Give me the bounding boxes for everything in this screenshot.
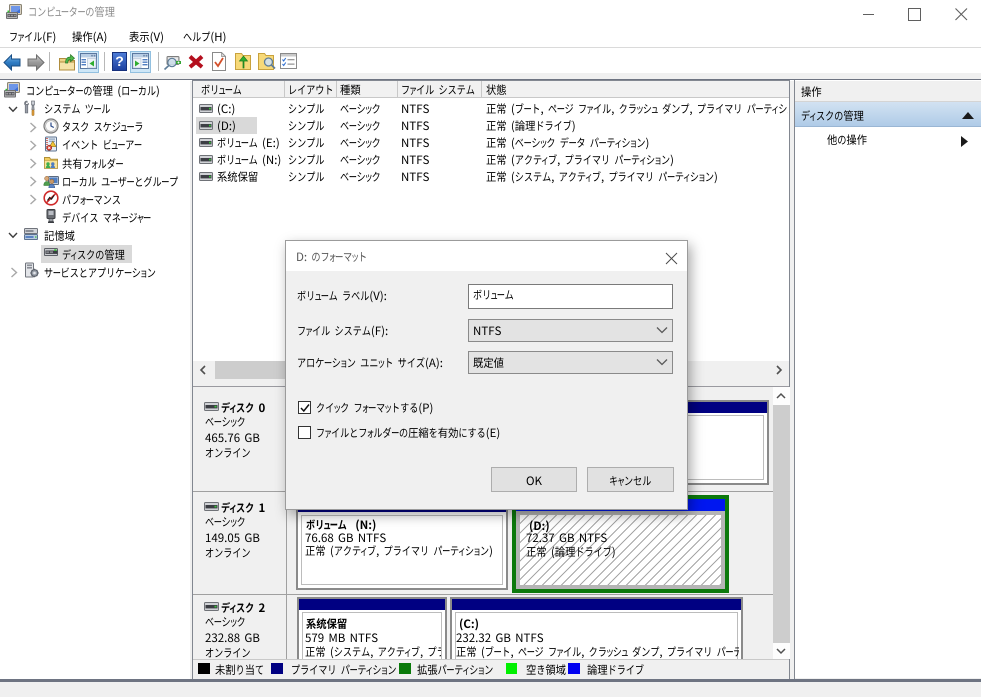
svg-text:?: ? [115,53,124,69]
